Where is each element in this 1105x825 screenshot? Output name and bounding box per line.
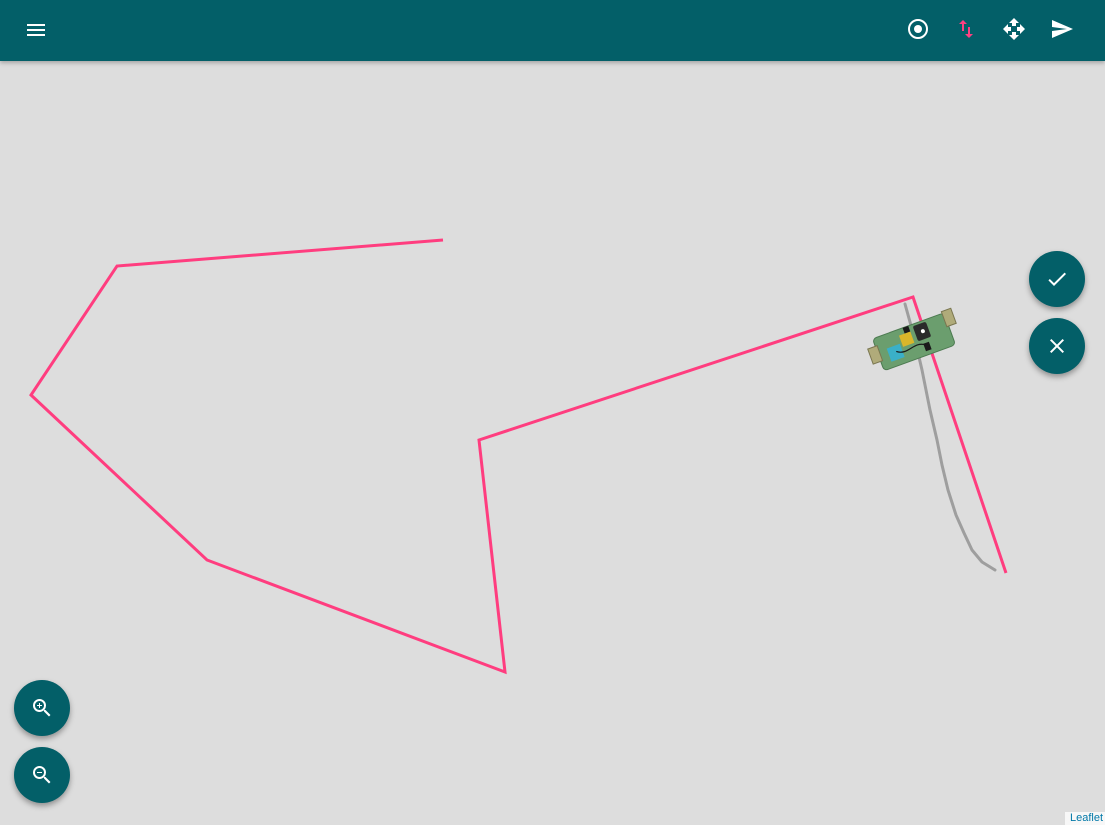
- map-overlay: [29, 238, 1008, 675]
- target-circle-icon: [908, 19, 928, 39]
- check-icon: [1048, 272, 1066, 286]
- zoom-in-button[interactable]: [14, 680, 70, 736]
- map-attribution: Leaflet: [1064, 812, 1105, 825]
- menu-button[interactable]: [12, 6, 60, 54]
- menu-icon: [27, 24, 45, 36]
- zoom-out-button[interactable]: [14, 747, 70, 803]
- robot-board-icon[interactable]: [864, 307, 963, 373]
- cancel-path-button[interactable]: [1029, 318, 1085, 374]
- move-arrows-icon: [1003, 18, 1025, 40]
- zoom-out-icon: [33, 766, 51, 784]
- send-icon: [1052, 20, 1073, 38]
- app-bar: [0, 0, 1105, 61]
- center-robot-button[interactable]: [894, 5, 942, 53]
- leaflet-link[interactable]: Leaflet: [1070, 812, 1103, 824]
- swap-vertical-icon: [959, 20, 973, 38]
- move-mode-button[interactable]: [990, 5, 1038, 53]
- confirm-path-button[interactable]: [1029, 251, 1085, 307]
- map-canvas[interactable]: [0, 61, 1105, 825]
- planned-path[interactable]: [29, 238, 1008, 675]
- zoom-in-icon: [33, 699, 51, 717]
- path-mode-button[interactable]: [942, 5, 990, 53]
- send-button[interactable]: [1038, 5, 1086, 53]
- close-icon: [1050, 339, 1064, 353]
